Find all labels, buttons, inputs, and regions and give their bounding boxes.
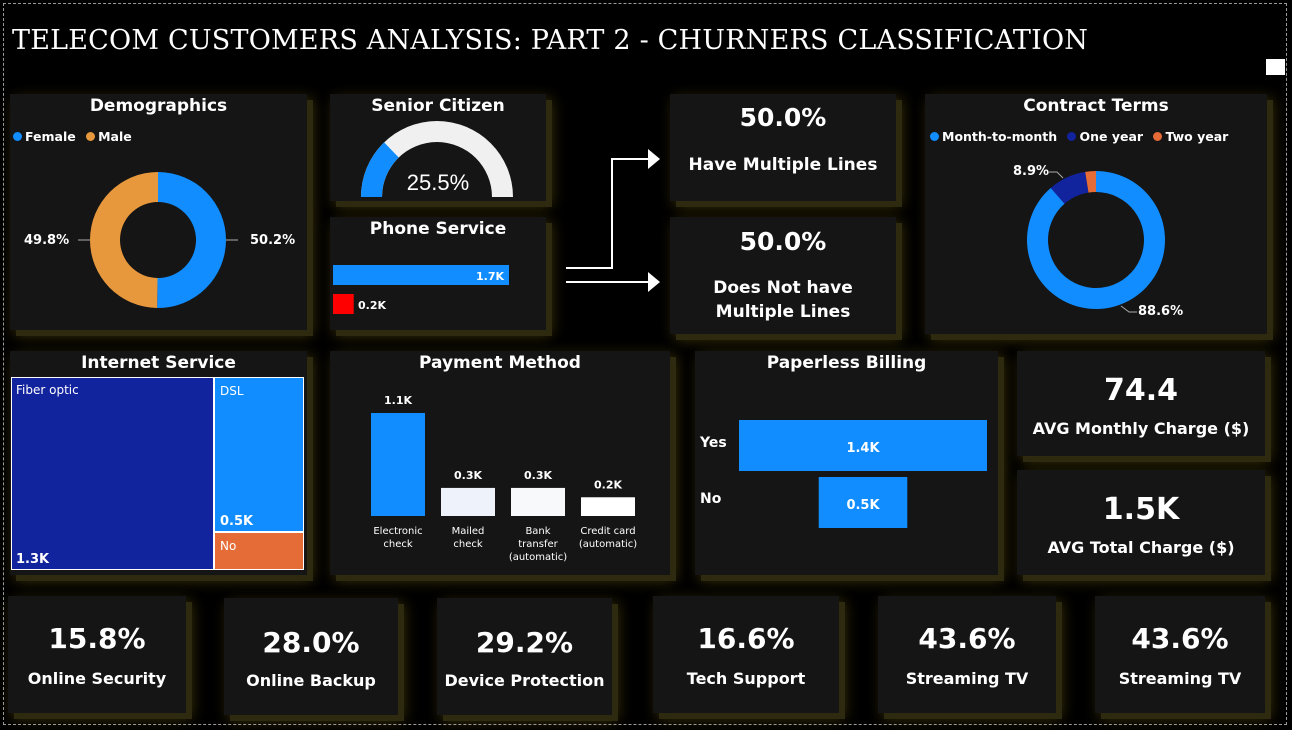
payment-bar-1[interactable]	[441, 487, 495, 516]
online-backup-value: 28.0%	[262, 626, 360, 659]
arrow-head-upper	[648, 149, 660, 169]
demographics-card: Demographics Female Male 50.2% 49.8%	[10, 94, 307, 330]
payment-bar-2[interactable]	[511, 487, 565, 516]
leader-line-month-to-month	[1120, 305, 1137, 313]
streaming-tv-caption-2: Streaming TV	[1118, 669, 1242, 688]
online-security-value: 15.8%	[48, 622, 146, 655]
no-internet-label: No	[220, 539, 237, 553]
avg-total-charge-card: 1.5K AVG Total Charge ($)	[1017, 470, 1265, 575]
male-data-label: 49.8%	[24, 233, 70, 248]
have-multiple-lines-card: 50.0% Have Multiple Lines	[670, 94, 896, 201]
paperless-billing-card: Paperless Billing 1.4K Yes 0.5K No	[695, 351, 998, 575]
device-protection-caption: Device Protection	[444, 671, 605, 690]
paperless-category-no: No	[700, 491, 722, 507]
tech-support-card: 16.6% Tech Support	[653, 596, 839, 713]
internet-service-title: Internet Service	[81, 353, 236, 373]
streaming-tv-card-1: 43.6% Streaming TV	[878, 596, 1056, 713]
streaming-tv-value-2: 43.6%	[1131, 622, 1229, 655]
contract-terms-card: Contract Terms Month-to-month One year T…	[925, 94, 1267, 334]
female-data-label: 50.2%	[250, 233, 296, 248]
device-protection-card: 29.2% Device Protection	[437, 598, 612, 715]
tech-support-value: 16.6%	[697, 622, 795, 655]
paperless-category-yes: Yes	[699, 435, 727, 451]
arrow-head-lower	[648, 272, 660, 292]
avg-monthly-charge-card: 74.4 AVG Monthly Charge ($)	[1017, 351, 1265, 456]
device-protection-value: 29.2%	[475, 626, 574, 659]
internet-service-card: Internet Service Fiber optic 1.3K DSL 0.…	[10, 351, 307, 575]
donut-slice-month-to-month[interactable]	[1027, 171, 1165, 309]
phone-bar-no[interactable]	[333, 294, 354, 314]
online-security-caption: Online Security	[27, 669, 167, 688]
avg-monthly-charge-caption: AVG Monthly Charge ($)	[1032, 419, 1250, 438]
corner-square	[1266, 59, 1285, 75]
have-multiple-lines-caption: Have Multiple Lines	[688, 155, 878, 175]
leader-line-one-year	[1049, 171, 1064, 179]
senior-citizen-card: Senior Citizen 25.5%	[330, 94, 546, 201]
online-backup-card: 28.0% Online Backup	[224, 598, 398, 715]
fiber-optic-value: 1.3K	[16, 552, 50, 567]
phone-no-value: 0.2K	[358, 299, 387, 312]
fiber-optic-label: Fiber optic	[16, 383, 79, 397]
payment-bar-value-1: 0.3K	[454, 469, 482, 482]
payment-bar-0[interactable]	[371, 413, 425, 516]
avg-total-charge-caption: AVG Total Charge ($)	[1047, 538, 1235, 557]
payment-category-label-1: Mailed check	[452, 526, 485, 550]
payment-category-label-3: Credit card (automatic)	[579, 526, 637, 550]
streaming-tv-caption-1: Streaming TV	[905, 669, 1029, 688]
treemap-dsl[interactable]: DSL 0.5K	[214, 377, 304, 532]
treemap-no[interactable]: No	[214, 532, 304, 570]
payment-category-label-2: Bank transfer (automatic)	[509, 526, 567, 563]
dsl-label: DSL	[220, 384, 244, 398]
payment-method-bar-chart[interactable]: 1.1K Electronic check 0.3K Mailed check 0.3K Ba…	[330, 351, 670, 575]
online-security-card: 15.8% Online Security	[8, 596, 186, 713]
avg-total-charge-value: 1.5K	[1102, 492, 1180, 527]
streaming-tv-value-1: 43.6%	[918, 622, 1016, 655]
paperless-value-yes: 1.4K	[846, 441, 880, 456]
one-year-data-label: 8.9%	[1013, 164, 1050, 179]
demographics-donut-chart[interactable]	[10, 94, 307, 330]
phone-service-bar-chart[interactable]	[330, 217, 546, 330]
payment-bar-value-3: 0.2K	[594, 478, 622, 491]
have-multiple-lines-value: 50.0%	[739, 103, 827, 132]
payment-bar-3[interactable]	[581, 497, 635, 516]
contract-donut-chart[interactable]	[925, 94, 1267, 334]
online-backup-caption: Online Backup	[246, 671, 376, 690]
payment-bar-value-2: 0.3K	[524, 469, 552, 482]
no-multiple-lines-value: 50.0%	[739, 227, 827, 256]
streaming-tv-card-2: 43.6% Streaming TV	[1095, 596, 1265, 713]
phone-yes-value: 1.7K	[476, 270, 505, 283]
payment-bar-value-0: 1.1K	[384, 394, 412, 407]
payment-method-card: Payment Method 1.1K Electronic check 0.3K Ma…	[330, 351, 670, 575]
page-title: TELECOM CUSTOMERS ANALYSIS: PART 2 - CHU…	[12, 25, 1089, 56]
donut-slice-female[interactable]	[157, 172, 227, 308]
senior-citizen-value: 25.5%	[406, 170, 470, 195]
tech-support-caption: Tech Support	[686, 669, 806, 688]
arrow-line-upper	[566, 158, 648, 269]
paperless-value-no: 0.5K	[846, 498, 880, 513]
no-multiple-lines-card: 50.0% Does Not have Multiple Lines	[670, 217, 896, 334]
payment-category-label-0: Electronic check	[373, 526, 422, 550]
paperless-billing-bar-chart[interactable]: 1.4K Yes 0.5K No	[695, 351, 998, 575]
avg-monthly-charge-value: 74.4	[1103, 373, 1179, 408]
treemap-fiber-optic[interactable]: Fiber optic 1.3K	[11, 377, 214, 570]
month-to-month-data-label: 88.6%	[1138, 304, 1184, 319]
connector-arrows	[566, 149, 660, 292]
donut-slice-male[interactable]	[90, 172, 158, 308]
dsl-value: 0.5K	[220, 514, 254, 529]
phone-service-card: Phone Service 1.7K 0.2K	[330, 217, 546, 330]
no-multiple-lines-caption: Does Not have Multiple Lines	[713, 278, 853, 322]
